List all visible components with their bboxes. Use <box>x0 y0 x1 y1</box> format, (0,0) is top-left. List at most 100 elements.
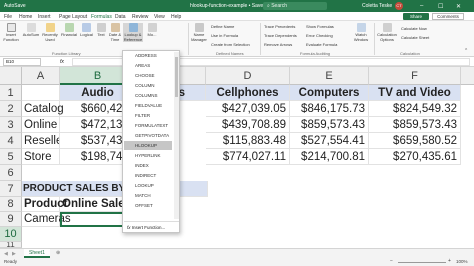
menu-item-match[interactable]: MATCH <box>135 191 179 200</box>
user-name[interactable]: Coletta Teske <box>362 3 392 9</box>
zoom-in-icon[interactable]: + <box>448 258 451 264</box>
cell-e1[interactable]: Computers <box>290 85 369 101</box>
menu-item-hlookup[interactable]: HLOOKUP <box>124 141 172 150</box>
tab-scroll-left-icon[interactable]: ◀ <box>4 251 8 257</box>
menu-item-areas[interactable]: AREAS <box>135 61 179 70</box>
calculate-sheet-button[interactable]: Calculate Sheet <box>401 35 429 40</box>
evaluate-formula-button[interactable]: Evaluate Formula <box>306 42 337 47</box>
column-header-a[interactable]: A <box>22 67 60 85</box>
row-header-1[interactable]: 1 <box>0 85 22 101</box>
row-header-4[interactable]: 4 <box>0 133 22 149</box>
remove-arrows-button[interactable]: Remove Arrows <box>264 42 292 47</box>
use-in-formula-button[interactable]: Use in Formula <box>211 33 238 38</box>
more-functions-button[interactable]: Mo... <box>145 23 159 38</box>
calculate-now-button[interactable]: Calculate Now <box>401 26 427 31</box>
error-checking-button[interactable]: Error Checking <box>306 33 333 38</box>
menu-item-index[interactable]: INDEX <box>135 161 179 170</box>
cell-a8-title[interactable]: PRODUCT SALES BY CHA <box>22 181 208 197</box>
autosum-button[interactable]: AutoSum <box>22 23 40 38</box>
comments-button[interactable]: Comments <box>432 13 464 20</box>
cell-a2[interactable]: Catalog <box>22 101 64 117</box>
menu-item-formulatext[interactable]: FORMULATEXT <box>135 121 179 130</box>
cell-f1[interactable]: TV and Video <box>369 85 461 101</box>
menu-item-column[interactable]: COLUMN <box>135 81 179 90</box>
menu-item-columns[interactable]: COLUMNS <box>135 91 179 100</box>
cell-f2[interactable]: $824,549.32 <box>369 101 461 117</box>
zoom-level[interactable]: 100% <box>456 259 468 264</box>
cell-d1[interactable]: Cellphones <box>206 85 290 101</box>
column-header-g[interactable] <box>461 67 474 85</box>
date-time-button[interactable]: Date & Time <box>107 23 123 42</box>
calculation-options-button[interactable]: Calculation Options <box>376 23 398 42</box>
zoom-out-icon[interactable]: − <box>390 258 393 264</box>
cell-a1[interactable] <box>22 85 60 101</box>
autosave-label[interactable]: AutoSave <box>4 3 26 9</box>
row-header-7[interactable]: 7 <box>0 181 22 197</box>
create-from-selection-button[interactable]: Create from Selection <box>211 42 250 47</box>
menu-view[interactable]: View <box>154 14 165 20</box>
cell-a4[interactable]: Reseller <box>22 133 60 149</box>
close-icon[interactable]: ✕ <box>456 3 461 10</box>
cell-a5[interactable]: Store <box>22 149 60 165</box>
name-manager-button[interactable]: Name Manager <box>190 23 208 42</box>
sheet-tab-sheet1[interactable]: Sheet1 <box>24 249 50 258</box>
menu-help[interactable]: Help <box>171 14 181 20</box>
show-formulas-button[interactable]: Show Formulas <box>306 24 334 29</box>
trace-dependents-button[interactable]: Trace Dependents <box>264 33 297 38</box>
cell-e5[interactable]: $214,700.81 <box>290 149 369 165</box>
minimize-icon[interactable]: – <box>420 3 423 9</box>
insert-function-menu-item[interactable]: fx Insert Function... <box>124 221 179 232</box>
watch-window-button[interactable]: Watch Window <box>351 23 371 42</box>
menu-data[interactable]: Data <box>115 14 126 20</box>
menu-home[interactable]: Home <box>19 14 32 20</box>
ribbon-collapse-icon[interactable]: ⌃ <box>464 48 468 54</box>
financial-button[interactable]: Financial <box>60 23 78 38</box>
menu-scrollbar-thumb[interactable] <box>175 57 178 97</box>
share-button[interactable]: Share <box>403 13 429 20</box>
menu-item-choose[interactable]: CHOOSE <box>135 71 179 80</box>
fx-label[interactable]: fx <box>60 59 64 65</box>
logical-button[interactable]: Logical <box>79 23 94 38</box>
cell-e2[interactable]: $846,175.73 <box>290 101 369 117</box>
row-header-9[interactable]: 9 <box>0 212 22 227</box>
cell-a9[interactable]: Product <box>22 197 67 212</box>
define-name-button[interactable]: Define Name <box>211 24 234 29</box>
row-header-3[interactable]: 3 <box>0 117 22 133</box>
recently-used-button[interactable]: Recently Used <box>41 23 59 42</box>
name-box[interactable]: B10 <box>3 58 41 66</box>
menu-insert[interactable]: Insert <box>38 14 51 20</box>
cell-e4[interactable]: $527,554.41 <box>290 133 369 149</box>
row-header-10[interactable]: 10 <box>0 227 22 242</box>
insert-function-button[interactable]: Insert Function <box>1 23 21 42</box>
maximize-icon[interactable]: ☐ <box>438 3 443 10</box>
menu-item-fieldvalue[interactable]: FIELDVALUE <box>135 101 179 110</box>
select-all-corner[interactable] <box>0 67 22 85</box>
zoom-slider[interactable] <box>398 262 446 263</box>
row-header-8[interactable]: 8 <box>0 197 22 212</box>
row-header-6[interactable]: 6 <box>0 165 22 181</box>
cell-f3[interactable]: $859,573.43 <box>369 117 461 133</box>
column-header-e[interactable]: E <box>290 67 369 85</box>
tab-scroll-right-icon[interactable]: ▶ <box>12 251 16 257</box>
menu-item-indirect[interactable]: INDIRECT <box>135 171 179 180</box>
menu-page-layout[interactable]: Page Layout <box>59 14 87 20</box>
menu-item-offset[interactable]: OFFSET <box>135 201 179 210</box>
cell-d5[interactable]: $774,027.11 <box>206 149 290 165</box>
column-header-f[interactable]: F <box>369 67 461 85</box>
cell-d2[interactable]: $427,039.05 <box>206 101 290 117</box>
cell-a10[interactable]: Cameras <box>22 212 71 227</box>
cell-f5[interactable]: $270,435.61 <box>369 149 461 165</box>
add-sheet-icon[interactable]: ⊕ <box>56 250 60 256</box>
row-header-2[interactable]: 2 <box>0 101 22 117</box>
text-button[interactable]: Text <box>95 23 107 38</box>
menu-item-address[interactable]: ADDRESS <box>135 51 179 60</box>
row-header-5[interactable]: 5 <box>0 149 22 165</box>
lookup-reference-button[interactable]: Lookup & Reference <box>123 23 143 42</box>
menu-item-lookup[interactable]: LOOKUP <box>135 181 179 190</box>
menu-file[interactable]: File <box>4 14 12 20</box>
search-box[interactable]: ⌕ Search <box>263 2 327 10</box>
trace-precedents-button[interactable]: Trace Precedents <box>264 24 295 29</box>
menu-item-hyperlink[interactable]: HYPERLINK <box>135 151 179 160</box>
avatar[interactable]: CT <box>395 2 403 10</box>
cell-e3[interactable]: $859,573.43 <box>290 117 369 133</box>
